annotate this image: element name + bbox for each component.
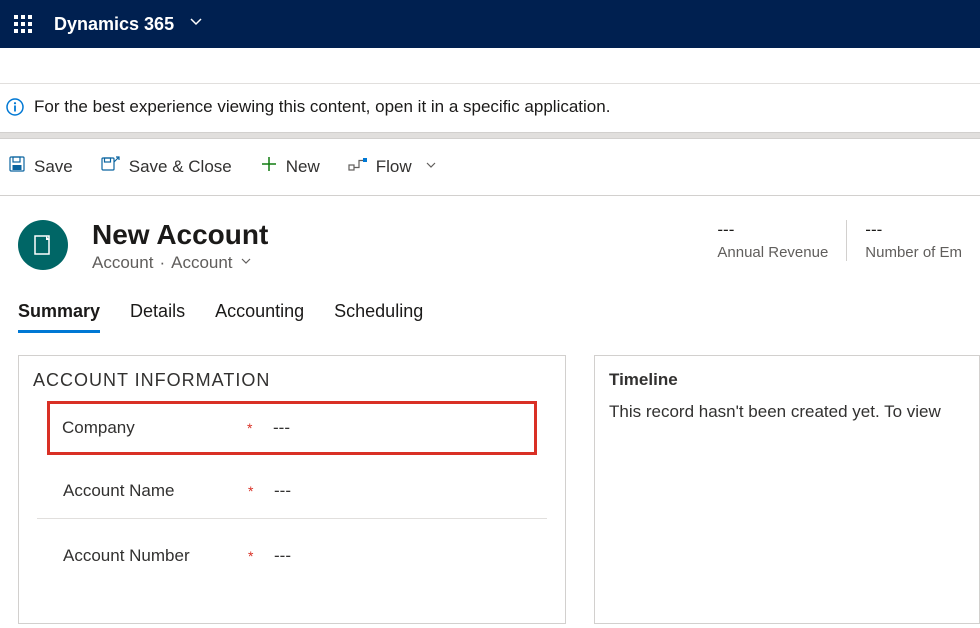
app-launcher-icon[interactable] [14,15,32,33]
info-icon [6,98,24,116]
chevron-down-icon [424,157,438,177]
form-tabs: Summary Details Accounting Scheduling [0,273,980,333]
record-header: New Account Account · Account --- Annual… [0,196,980,273]
required-asterisk-icon: * [248,483,274,499]
flow-button[interactable]: Flow [348,156,438,177]
header-metrics: --- Annual Revenue --- Number of Em [699,220,980,261]
metric-label: Number of Em [865,244,962,261]
command-bar: Save Save & Close New Flow [0,139,980,196]
field-label: Account Name [63,481,248,501]
field-value: --- [273,418,290,438]
save-close-icon [101,155,121,178]
company-field[interactable]: Company * --- [47,401,537,455]
tab-accounting[interactable]: Accounting [215,301,304,333]
flow-label: Flow [376,157,412,177]
field-label: Account Number [63,546,248,566]
chevron-down-icon[interactable] [188,14,204,35]
plus-icon [260,155,278,178]
field-value: --- [274,481,291,501]
account-information-section: ACCOUNT INFORMATION Company * --- Accoun… [18,355,566,624]
metric-label: Annual Revenue [717,244,828,261]
save-close-button[interactable]: Save & Close [101,155,232,178]
required-asterisk-icon: * [247,420,273,436]
info-banner-text: For the best experience viewing this con… [34,97,610,117]
info-banner: For the best experience viewing this con… [0,83,980,132]
field-label: Company [62,418,247,438]
account-name-field[interactable]: Account Name * --- [37,465,547,519]
tab-details[interactable]: Details [130,301,185,333]
new-button[interactable]: New [260,155,320,178]
form-body: ACCOUNT INFORMATION Company * --- Accoun… [0,333,980,624]
tab-scheduling[interactable]: Scheduling [334,301,423,333]
breadcrumb[interactable]: Account · Account [92,253,268,273]
metric-annual-revenue: --- Annual Revenue [699,220,846,261]
field-value: --- [274,546,291,566]
entity-avatar-icon [18,220,68,270]
tab-summary[interactable]: Summary [18,301,100,333]
required-asterisk-icon: * [248,548,274,564]
save-icon [8,155,26,178]
save-button[interactable]: Save [8,155,73,178]
top-navbar: Dynamics 365 [0,0,980,48]
section-title: ACCOUNT INFORMATION [33,370,551,391]
timeline-title: Timeline [609,370,965,390]
save-close-label: Save & Close [129,157,232,177]
page-title: New Account [92,220,268,251]
product-title: Dynamics 365 [54,14,174,35]
timeline-message: This record hasn't been created yet. To … [609,402,965,422]
separator [0,132,980,139]
form-name: Account [171,253,232,273]
new-label: New [286,157,320,177]
metric-value: --- [865,220,962,240]
save-label: Save [34,157,73,177]
entity-name: Account [92,253,153,273]
chevron-down-icon [239,253,253,273]
metric-value: --- [717,220,828,240]
account-number-field[interactable]: Account Number * --- [37,529,547,583]
flow-icon [348,156,368,177]
metric-employees: --- Number of Em [846,220,980,261]
timeline-section: Timeline This record hasn't been created… [594,355,980,624]
